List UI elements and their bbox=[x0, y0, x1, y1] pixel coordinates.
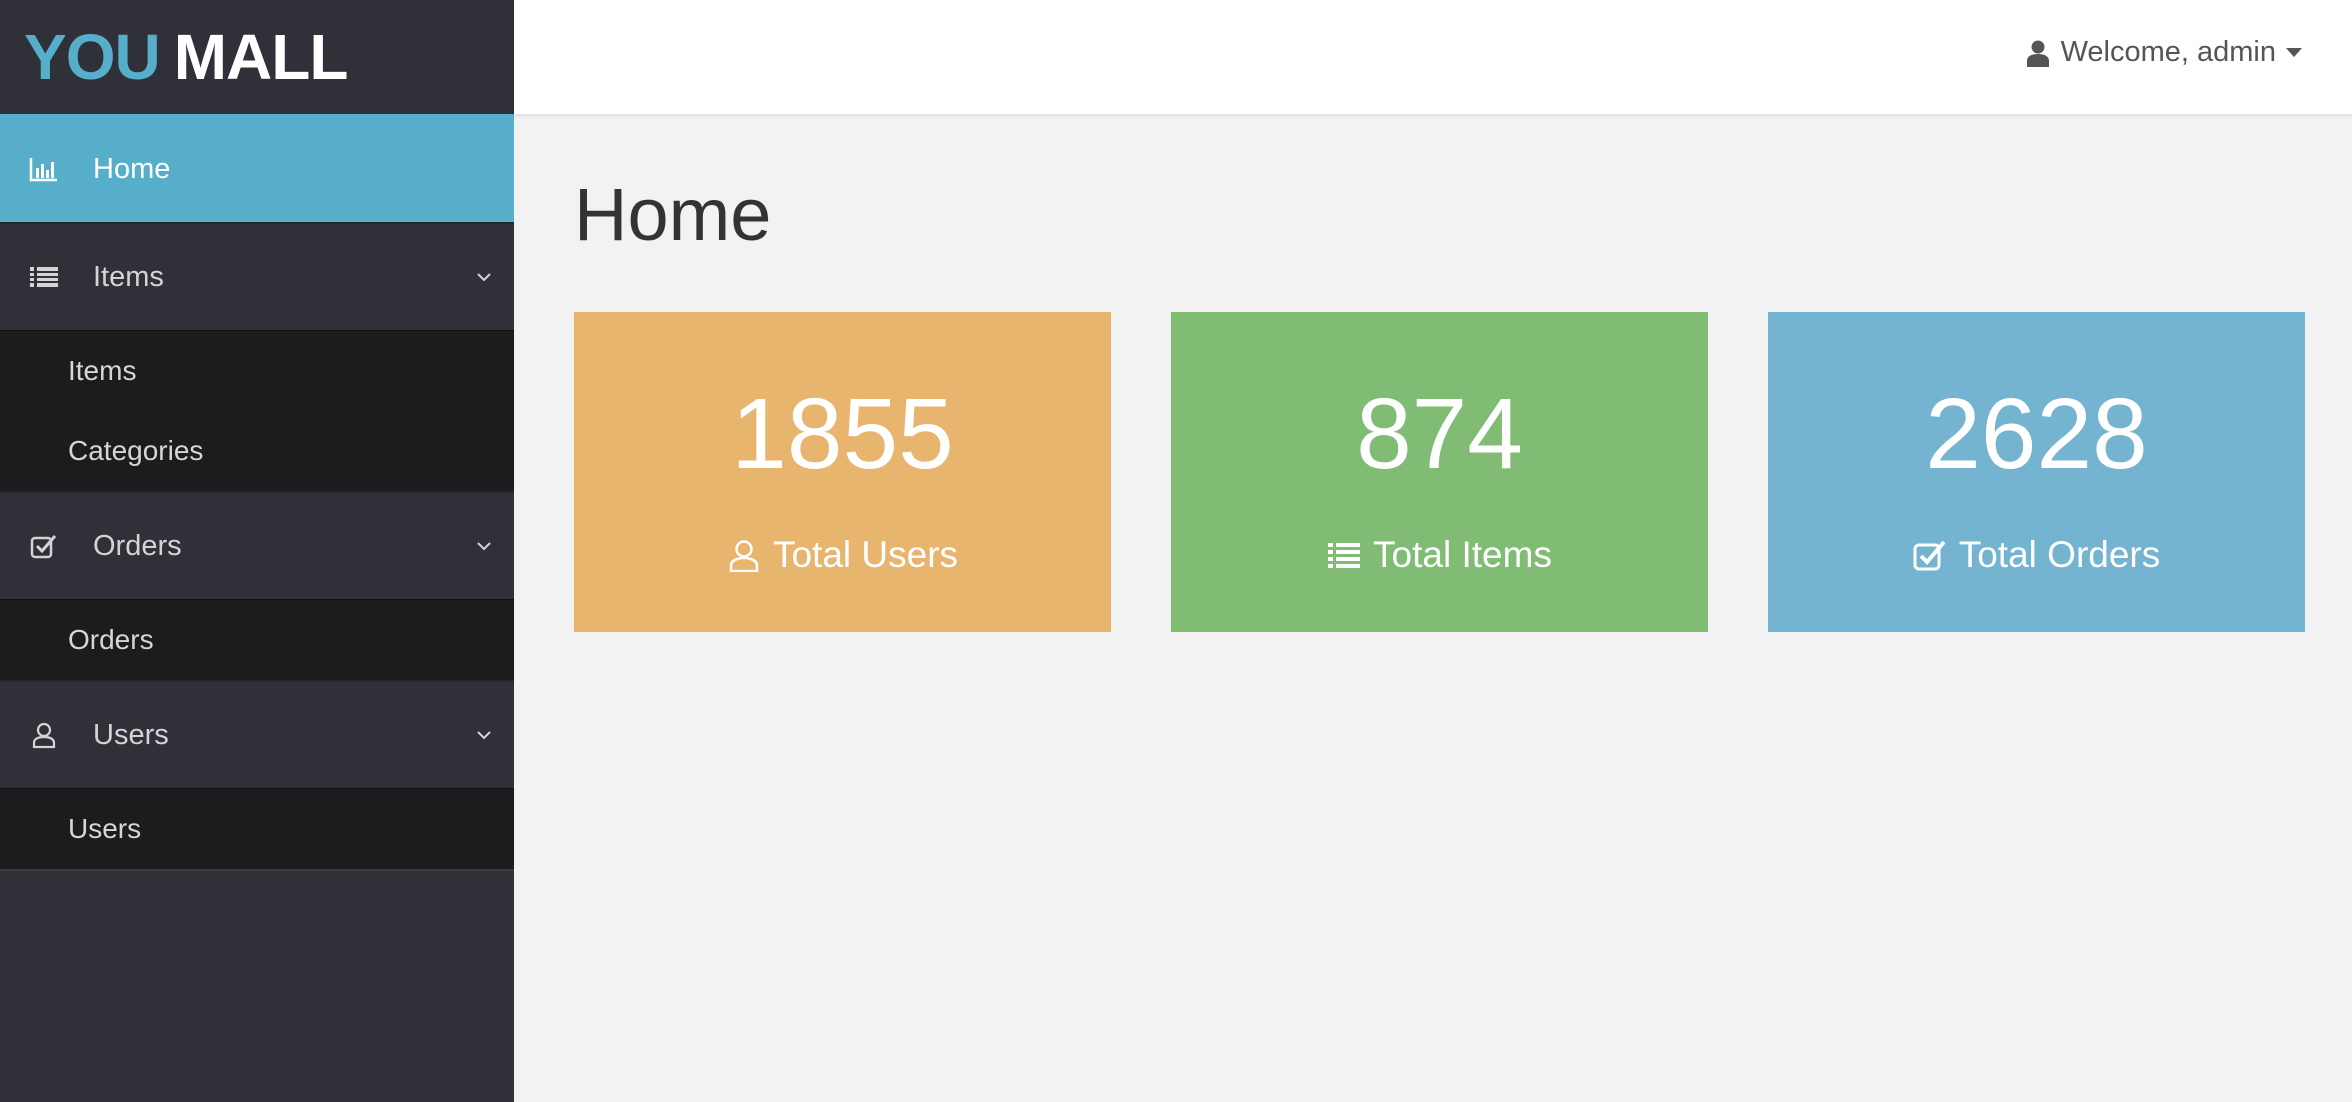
chevron-down-icon bbox=[477, 273, 491, 282]
sidebar-item-home[interactable]: Home bbox=[0, 114, 514, 222]
stat-label: Total Items bbox=[1373, 534, 1552, 575]
sidebar-group-orders[interactable]: Orders bbox=[0, 491, 514, 599]
stat-card-orders[interactable]: 2628 Total Orders bbox=[1768, 312, 2305, 632]
sidebar-item-categories[interactable]: Categories bbox=[0, 411, 514, 491]
user-menu[interactable]: Welcome, admin bbox=[2026, 36, 2302, 69]
page-title: Home bbox=[574, 173, 772, 256]
sidebar-group-items[interactable]: Items bbox=[0, 222, 514, 330]
sidebar-group-users[interactable]: Users bbox=[0, 680, 514, 788]
stat-value: 1855 bbox=[731, 378, 954, 490]
list-icon bbox=[1328, 543, 1361, 568]
list-icon bbox=[28, 261, 60, 293]
stat-card-users[interactable]: 1855 Total Users bbox=[574, 312, 1111, 632]
sidebar-item-home-label: Home bbox=[93, 152, 171, 185]
sidebar-item-users[interactable]: Users bbox=[0, 789, 514, 869]
submenu-users: Users bbox=[0, 788, 514, 871]
stat-label: Total Users bbox=[772, 534, 959, 575]
sidebar-item-orders[interactable]: Orders bbox=[0, 600, 514, 680]
user-icon bbox=[28, 719, 60, 751]
logo-you: YOU bbox=[24, 21, 161, 93]
logo[interactable]: YOU MALL bbox=[0, 0, 514, 114]
user-icon bbox=[2026, 40, 2049, 67]
top-bar: Welcome, admin bbox=[514, 0, 2352, 114]
caret-down-icon bbox=[2286, 48, 2302, 57]
bar-chart-icon bbox=[28, 153, 60, 185]
stat-value: 2628 bbox=[1925, 378, 2148, 490]
stat-value: 874 bbox=[1356, 378, 1523, 490]
stat-label-row: Total Orders bbox=[1768, 534, 2305, 576]
logo-mall: MALL bbox=[173, 21, 349, 93]
sidebar-item-items[interactable]: Items bbox=[0, 331, 514, 411]
sidebar-group-users-label: Users bbox=[93, 718, 169, 751]
checkbox-icon bbox=[28, 530, 60, 562]
chevron-down-icon bbox=[477, 542, 491, 551]
sidebar: YOU MALL Home Items Items Categories Ord… bbox=[0, 0, 514, 1102]
stat-label: Total Orders bbox=[1958, 534, 2161, 575]
stat-label-row: Total Items bbox=[1171, 534, 1708, 576]
submenu-items: Items Categories bbox=[0, 330, 514, 491]
submenu-orders: Orders bbox=[0, 599, 514, 680]
chevron-down-icon bbox=[477, 731, 491, 740]
welcome-text: Welcome, admin bbox=[2060, 36, 2276, 68]
checkbox-icon bbox=[1913, 540, 1946, 571]
stat-card-items[interactable]: 874 Total Items bbox=[1171, 312, 1708, 632]
sidebar-group-items-label: Items bbox=[93, 260, 164, 293]
user-icon bbox=[729, 540, 759, 572]
sidebar-group-orders-label: Orders bbox=[93, 529, 182, 562]
stat-label-row: Total Users bbox=[574, 534, 1111, 576]
